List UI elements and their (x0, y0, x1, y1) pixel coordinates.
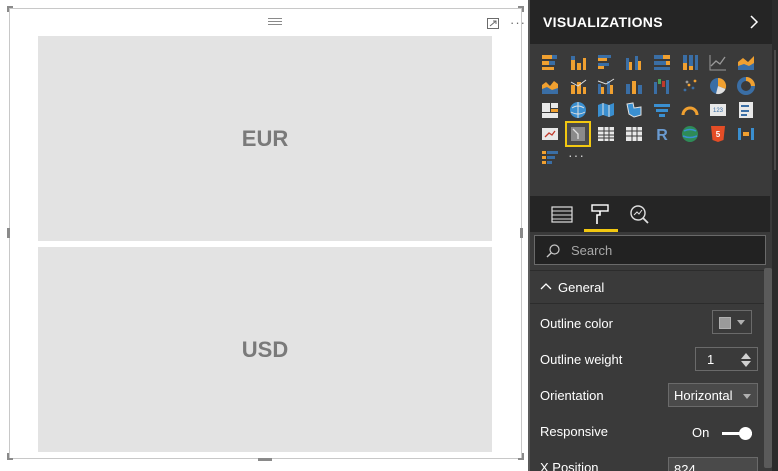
section-label: General (558, 280, 605, 295)
stacked-bar-chart-icon[interactable] (540, 52, 560, 72)
gauge-icon[interactable] (680, 100, 700, 120)
slicer-item-label: EUR (241, 125, 289, 151)
properties-scrollbar[interactable] (764, 268, 772, 468)
chevron-right-icon[interactable] (748, 14, 760, 30)
more-options-icon[interactable]: ··· (510, 15, 526, 30)
slicer-icon[interactable] (565, 121, 591, 147)
100-percent-stacked-bar-icon[interactable] (652, 52, 672, 72)
stepper-value: 1 (707, 352, 715, 367)
map-icon[interactable] (568, 100, 588, 120)
stacked-column-chart-icon[interactable] (568, 52, 588, 72)
responsive-toggle[interactable] (722, 426, 752, 440)
svg-text:5: 5 (716, 130, 721, 139)
svg-text:R: R (656, 127, 668, 144)
table-icon[interactable] (596, 124, 616, 144)
general-section-header[interactable]: General (530, 270, 770, 304)
custom-visual-icon[interactable] (736, 124, 756, 144)
resize-handle-right[interactable] (520, 228, 523, 238)
responsive-label: Responsive (540, 424, 608, 439)
decrement-arrow-icon[interactable] (741, 361, 751, 367)
more-visuals-ellipsis[interactable]: ··· (568, 147, 585, 163)
color-swatch (719, 317, 731, 329)
pane-tab-bar (530, 196, 770, 232)
waterfall-chart-icon[interactable] (652, 76, 672, 96)
kpi-icon[interactable] (540, 124, 560, 144)
increment-arrow-icon[interactable] (741, 353, 751, 359)
report-canvas: ··· EUR USD (0, 0, 530, 471)
search-placeholder: Search (571, 243, 613, 258)
100-percent-stacked-column-icon[interactable] (680, 52, 700, 72)
pane-title: VISUALIZATIONS (543, 14, 663, 30)
visual-type-gallery: 123 R 5 ··· (530, 44, 778, 196)
line-and-stacked-column-icon[interactable] (568, 76, 588, 96)
outline-color-picker[interactable] (712, 310, 752, 334)
toggle-state-text: On (692, 425, 710, 440)
card-icon[interactable]: 123 (708, 100, 728, 120)
resize-handle-top-left-v[interactable] (7, 6, 9, 12)
outline-weight-stepper[interactable]: 1 (695, 347, 758, 371)
x-position-input[interactable]: 824 (668, 457, 758, 471)
line-and-clustered-column-icon[interactable] (596, 76, 616, 96)
orientation-label: Orientation (540, 388, 604, 403)
clustered-bar-chart-icon[interactable] (596, 52, 616, 72)
svg-text:123: 123 (713, 108, 724, 114)
outline-color-label: Outline color (540, 316, 613, 331)
resize-handle-bottom-right-v[interactable] (522, 453, 524, 460)
slicer-item-label: USD (241, 336, 289, 362)
filled-map-icon[interactable] (596, 100, 616, 120)
focus-mode-icon[interactable] (487, 18, 499, 29)
multi-row-card-icon[interactable] (736, 100, 756, 120)
funnel-icon[interactable] (652, 100, 672, 120)
resize-handle-bottom-left-v[interactable] (7, 453, 9, 460)
area-chart-icon[interactable] (736, 52, 756, 72)
resize-handle-top-right-v[interactable] (522, 6, 524, 12)
fields-pane-edge-notch (774, 50, 776, 170)
matrix-icon[interactable] (624, 124, 644, 144)
clustered-column-chart-icon[interactable] (624, 52, 644, 72)
outline-weight-label: Outline weight (540, 352, 623, 367)
shape-map-icon[interactable] (624, 100, 644, 120)
chevron-down-icon (743, 394, 751, 399)
visualizations-pane: VISUALIZATIONS 123 R 5 ··· Search Genera… (530, 0, 778, 471)
search-input[interactable]: Search (534, 235, 766, 265)
visualizations-header: VISUALIZATIONS (530, 0, 778, 44)
orientation-select[interactable]: Horizontal (668, 383, 758, 407)
resize-handle-bottom[interactable] (258, 458, 272, 461)
donut-chart-icon[interactable] (736, 76, 756, 96)
treemap-icon[interactable] (540, 100, 560, 120)
resize-handle-left[interactable] (7, 228, 10, 238)
chevron-down-icon (737, 320, 745, 325)
search-icon (546, 244, 560, 258)
line-chart-icon[interactable] (708, 52, 728, 72)
slicer-item-usd[interactable]: USD (38, 247, 492, 452)
input-value: 824 (674, 462, 696, 471)
slicer-item-eur[interactable]: EUR (38, 36, 492, 241)
select-value: Horizontal (674, 388, 733, 403)
arcgis-map-icon[interactable] (680, 124, 700, 144)
fields-tab-icon[interactable] (546, 200, 578, 230)
x-position-label: X Position (540, 460, 599, 471)
drag-handle-icon[interactable] (268, 18, 282, 26)
pie-chart-icon[interactable] (708, 76, 728, 96)
format-paint-roller-icon[interactable] (584, 200, 616, 230)
toggle-knob (739, 427, 752, 440)
scatter-chart-icon[interactable] (680, 76, 700, 96)
key-influencers-icon[interactable] (540, 148, 560, 168)
ribbon-chart-icon[interactable] (624, 76, 644, 96)
html5-visual-icon[interactable]: 5 (708, 124, 728, 144)
stacked-area-chart-icon[interactable] (540, 76, 560, 96)
format-properties-panel: Search General Outline color Outline wei… (530, 232, 770, 471)
analytics-magnifier-icon[interactable] (624, 200, 656, 230)
chevron-up-icon (540, 283, 552, 290)
r-script-visual-icon[interactable]: R (652, 124, 672, 144)
